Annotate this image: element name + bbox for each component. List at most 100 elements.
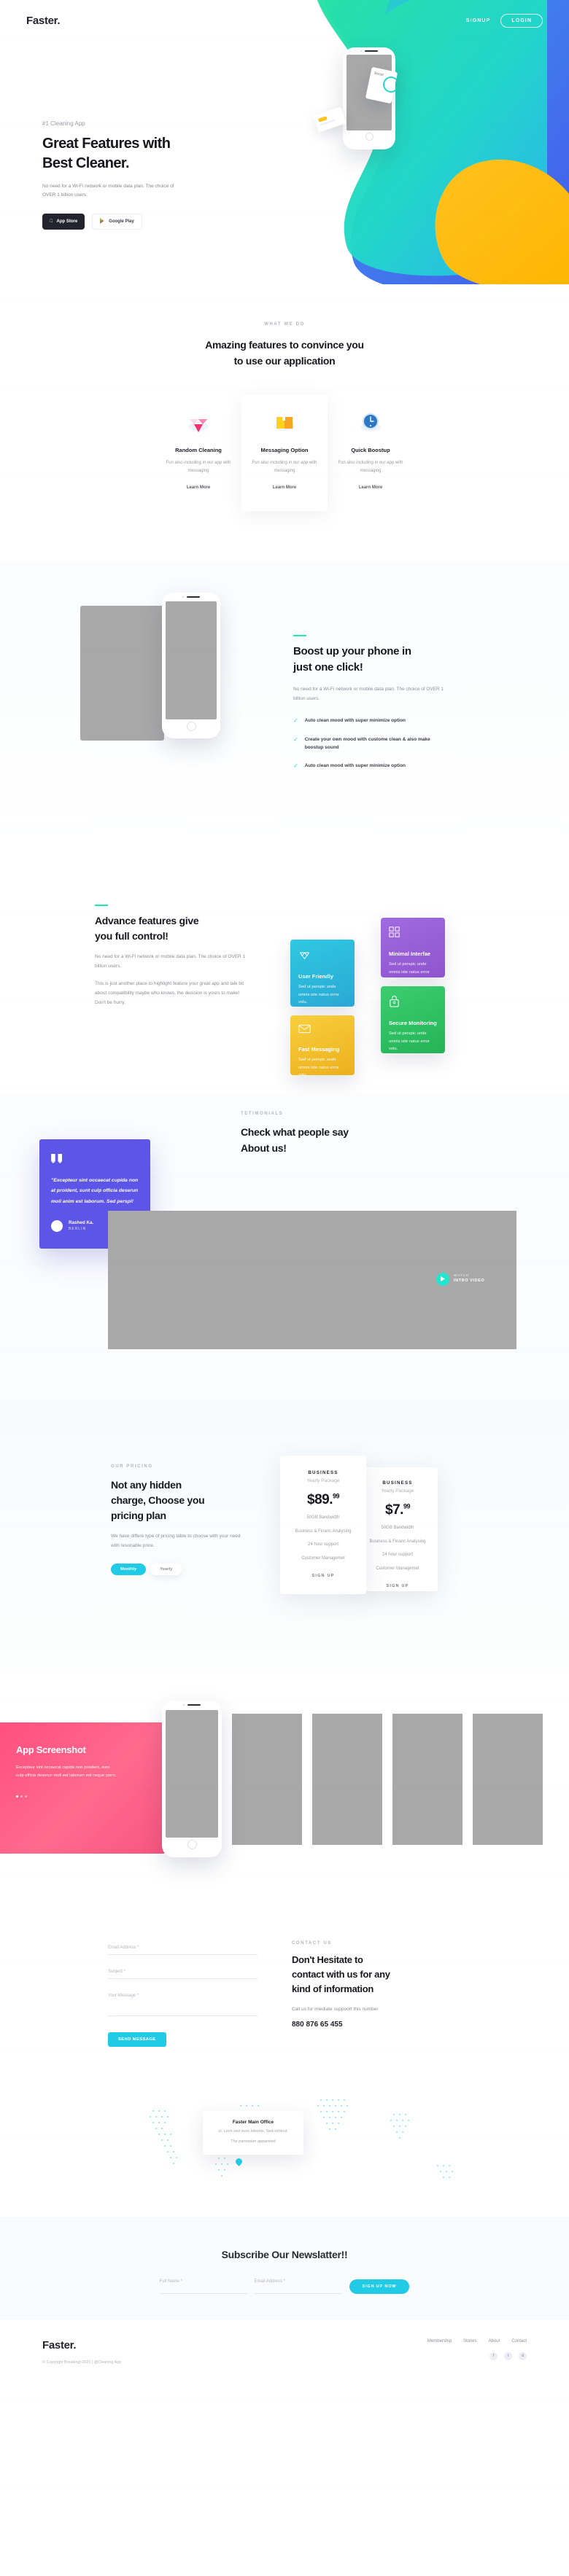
newsletter-form: Full Name * Email Address * SIGN UP NOW [0, 2279, 569, 2294]
carousel-dot[interactable] [20, 1795, 23, 1798]
app-screenshot-title: App Screenshot [16, 1744, 86, 1755]
login-button[interactable]: LOGIN [500, 13, 543, 28]
screenshot-thumb[interactable] [312, 1713, 382, 1845]
footer-copyright: © Copyright Breakingt 2020 | @Cleaning A… [42, 2360, 122, 2365]
toggle-monthly[interactable]: Monthly [111, 1564, 147, 1576]
apple-icon:  [50, 219, 53, 224]
map-office-title: Faster Main Office [232, 2119, 274, 2125]
testimonials-title-line1: Check what people say [241, 1125, 349, 1138]
advance-title-line2: you full control! [95, 929, 169, 942]
map-pin-icon[interactable] [234, 2157, 244, 2166]
pricing-title-line1: Not any hidden [111, 1478, 182, 1491]
teal-rule [95, 904, 108, 906]
video-watch-label: WATCH [454, 1273, 469, 1277]
learn-more-link[interactable]: Learn More [359, 485, 382, 490]
carousel-dot[interactable] [25, 1795, 27, 1798]
app-screenshot-panel: App Screenshot Excepteur sint occaecat c… [0, 1722, 164, 1854]
plan-signup-button[interactable]: SIGN UP [311, 1574, 334, 1578]
footer-nav-membership[interactable]: Membership [427, 2339, 452, 2343]
pricing-section: OUR PRICING Not any hidden charge, Choos… [0, 1400, 569, 1670]
twitter-icon[interactable]: t [504, 2351, 512, 2360]
boost-title-line1: Boost up your phone in [293, 644, 411, 657]
footer-nav: Membership Stories About Contact [427, 2339, 527, 2343]
testimonial-quote: "Excepteur sint occaecat cupida non at p… [51, 1177, 139, 1204]
learn-more-link[interactable]: Learn More [187, 485, 210, 490]
advance-card-desc: Sed ut perspic unde omnis iste natus err… [298, 1057, 339, 1078]
quote-icon [51, 1153, 63, 1166]
googleplay-button[interactable]: Google Play [92, 213, 142, 230]
message-field[interactable]: Your Message * [108, 1994, 258, 2016]
screenshot-carousel-dots[interactable] [16, 1795, 148, 1798]
advance-card-minimal-interface[interactable]: Minimal Interfae Sed ut perspic unde omn… [381, 917, 445, 982]
contact-phone[interactable]: 880 876 65 455 [292, 2021, 474, 2029]
phone-screen [166, 1709, 218, 1838]
pricing-toggle[interactable]: Monthly Yearly [111, 1564, 253, 1576]
plan-signup-button[interactable]: SIGN UP [386, 1584, 409, 1588]
carousel-dot[interactable] [16, 1795, 18, 1798]
footer-nav-contact[interactable]: Contact [511, 2339, 527, 2343]
feature-title: Random Cleaning [175, 446, 222, 453]
brand-logo[interactable]: Faster. [26, 15, 61, 27]
newsletter-email-input[interactable]: Email Address * [254, 2279, 342, 2294]
feature-desc: Fun also including in our app with messa… [252, 460, 317, 473]
pricing-card-secondary[interactable]: BUSINESS Yearly Package $7.99 50GB Bandw… [357, 1467, 438, 1591]
footer-nav-about[interactable]: About [489, 2339, 500, 2343]
message-field-placeholder: Your Message * [108, 1993, 139, 1998]
hero-eyebrow: #1 Cleaning App [42, 120, 85, 127]
feature-card-quick-boostup[interactable]: Quick Boostup Fun also including in our … [328, 394, 414, 511]
pricing-title-line3: pricing plan [111, 1509, 166, 1521]
hero-section: Faster. SIGNUP LOGIN #1 Cleaning App Gre… [0, 0, 569, 284]
dribbble-icon[interactable]: d [519, 2351, 527, 2360]
box-icon [272, 410, 297, 435]
map-office-line2: The parsonian appareted [231, 2139, 276, 2144]
feature-card-random-cleaning[interactable]: Random Cleaning Fun also including in ou… [155, 394, 241, 511]
lock-icon [389, 995, 400, 1010]
facebook-icon[interactable]: f [489, 2351, 498, 2360]
boost-check-item: ✓ Auto clean mood with super minimize op… [293, 762, 476, 771]
learn-more-link[interactable]: Learn More [273, 485, 296, 490]
signup-link[interactable]: SIGNUP [466, 18, 490, 23]
subject-field[interactable]: Subject * [108, 1970, 258, 1979]
email-field[interactable]: Email Address * [108, 1945, 258, 1955]
grid-icon [389, 926, 400, 941]
advance-card-title: Secure Monitoring [389, 1019, 437, 1026]
feature-card-messaging-option[interactable]: Messaging Option Fun also including in o… [241, 394, 328, 511]
testimonials-copy: TETIMONIALS Check what people say About … [241, 1112, 430, 1156]
feature-title: Quick Boostup [351, 446, 390, 453]
advance-card-fast-messaging[interactable]: Fast Messaging Sed ut perspic unde omnis… [290, 1015, 355, 1077]
boost-title-line2: just one click! [293, 661, 363, 674]
plan-feature: 50GB Bandwidth [306, 1515, 340, 1520]
advance-card-secure-monitoring[interactable]: Secure Monitoring Sed ut perspic unde om… [381, 985, 445, 1053]
pricing-card-primary[interactable]: BUSINESS Yearly Package $89.99 50GB Band… [280, 1455, 366, 1594]
plan-price: $7.99 [365, 1502, 430, 1518]
screenshot-thumb[interactable] [473, 1713, 543, 1845]
feature-cards: Random Cleaning Fun also including in ou… [0, 394, 569, 511]
store-buttons:  App Store Google Play [42, 213, 225, 230]
map-office-line1: ul. Lech sed nunc lobortis, Sed vehicul. [218, 2128, 288, 2134]
plan-name: BUSINESS [382, 1480, 413, 1486]
footer-nav-stories[interactable]: Stories [463, 2339, 477, 2343]
screenshot-thumb[interactable] [232, 1713, 302, 1845]
advance-card-user-friendly[interactable]: User Friendly Sed ut perspic unde omnis … [290, 939, 355, 1007]
advance-card-desc: Sed ut perspic unde omnis iste natus err… [298, 984, 339, 1005]
plan-feature: Customer Managemet [301, 1556, 345, 1561]
contact-title-line1: Don't Hesitate to [292, 1954, 363, 1965]
toggle-yearly[interactable]: Yearly [150, 1564, 182, 1576]
play-button[interactable] [436, 1272, 449, 1286]
plan-feature: 24 hour support [307, 1542, 339, 1547]
appstore-button[interactable]:  App Store [42, 213, 85, 230]
plan-cents: 99 [403, 1502, 411, 1510]
contact-title-line3: kind of information [292, 1983, 374, 1995]
send-message-button[interactable]: SEND MESSAGE [108, 2031, 166, 2047]
boost-phone-back [80, 605, 164, 741]
advance-title-line1: Advance features give [95, 914, 199, 926]
boost-section: Boost up your phone in just one click! N… [0, 561, 569, 854]
contact-info: CONTACT US Don't Hesitate to contact wit… [292, 1941, 474, 2029]
phone-notch [166, 593, 217, 601]
newsletter-signup-button[interactable]: SIGN UP NOW [349, 2279, 410, 2294]
envelope-icon [298, 1024, 311, 1037]
screenshot-thumb[interactable] [392, 1713, 462, 1845]
newsletter-name-input[interactable]: Full Name * [159, 2279, 247, 2294]
footer-logo[interactable]: Faster. [42, 2339, 427, 2351]
pricing-title-line2: charge, Choose you [111, 1494, 205, 1506]
